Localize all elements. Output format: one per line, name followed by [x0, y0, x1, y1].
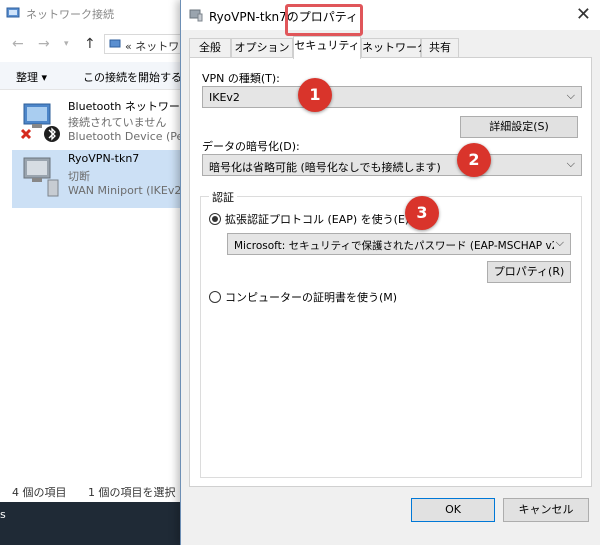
connection-status: 切断	[68, 170, 90, 183]
recent-chevron-icon[interactable]: ▾	[64, 39, 69, 49]
tab-security[interactable]: セキュリティ	[293, 36, 361, 59]
vpn-connection-icon	[189, 9, 203, 22]
step-badge-3: 3	[405, 196, 439, 230]
back-arrow-icon[interactable]: ←	[12, 36, 24, 52]
tab-network[interactable]: ネットワーク	[361, 38, 428, 58]
step-badge-2: 2	[457, 143, 491, 177]
eap-radio[interactable]	[209, 213, 221, 225]
address-prefix: «	[125, 40, 132, 53]
dialog-title: RyoVPN-tkn7のプロパティ	[209, 10, 359, 24]
network-folder-icon	[6, 7, 20, 18]
connection-status: 接続されていません	[68, 116, 167, 129]
vpn-connection-icon	[23, 157, 59, 197]
connection-device: WAN Miniport (IKEv2	[68, 184, 182, 197]
forward-arrow-icon[interactable]: →	[38, 36, 50, 52]
tab-sharing[interactable]: 共有	[421, 38, 459, 58]
connection-device: Bluetooth Device (Pe	[68, 130, 184, 143]
certificate-radio-label[interactable]: コンピューターの証明書を使う(M)	[225, 289, 397, 305]
address-text: ネットワ	[135, 40, 180, 53]
up-arrow-icon[interactable]: ↑	[84, 36, 96, 52]
bluetooth-connection-icon	[20, 103, 60, 142]
cancel-button[interactable]: キャンセル	[503, 498, 589, 522]
vpn-type-label: VPN の種類(T):	[202, 72, 280, 85]
vpn-properties-dialog: RyoVPN-tkn7のプロパティ ✕ 全般 オプション セキュリティ ネットワ…	[180, 0, 600, 545]
taskbar-text: s	[0, 508, 6, 521]
vpn-type-value: IKEv2	[209, 91, 240, 104]
vpn-type-select[interactable]: IKEv2 ⌵	[202, 86, 582, 108]
ok-button[interactable]: OK	[411, 498, 495, 522]
close-icon[interactable]: ✕	[576, 4, 591, 25]
explorer-navbar: ← → ▾ ↑ « ネットワ	[0, 30, 190, 58]
chevron-down-icon: ⌵	[553, 236, 564, 250]
authentication-group-label: 認証	[209, 189, 237, 205]
explorer-command-bar: 整理 ▾ この接続を開始する	[0, 62, 182, 90]
security-panel: VPN の種類(T): IKEv2 ⌵ 詳細設定(S) データの暗号化(D): …	[189, 57, 592, 487]
tab-general[interactable]: 全般	[189, 38, 231, 58]
tab-options[interactable]: オプション	[231, 38, 293, 58]
explorer-title: ネットワーク接続	[26, 8, 114, 21]
advanced-settings-button[interactable]: 詳細設定(S)	[460, 116, 578, 138]
eap-method-select[interactable]: Microsoft: セキュリティで保護されたパスワード (EAP-MSCHAP…	[227, 233, 571, 255]
item-count: 4 個の項目	[12, 486, 67, 499]
selected-count: 1 個の項目を選択	[88, 486, 176, 499]
organize-menu[interactable]: 整理 ▾	[16, 69, 47, 85]
eap-properties-button[interactable]: プロパティ(R)	[487, 261, 571, 283]
eap-method-value: Microsoft: セキュリティで保護されたパスワード (EAP-MSCHAP…	[234, 240, 559, 252]
eap-radio-label[interactable]: 拡張認証プロトコル (EAP) を使う(E)	[225, 211, 409, 227]
authentication-group: 認証 拡張認証プロトコル (EAP) を使う(E) Microsoft: セキュ…	[200, 189, 582, 478]
encryption-label: データの暗号化(D):	[202, 140, 300, 153]
start-connection-button[interactable]: この接続を開始する	[83, 69, 182, 85]
dialog-tabs: 全般 オプション セキュリティ ネットワーク 共有	[189, 36, 589, 59]
step-badge-1: 1	[298, 78, 332, 112]
encryption-select[interactable]: 暗号化は省略可能 (暗号化なしでも接続します) ⌵	[202, 154, 582, 176]
connection-item-vpn[interactable]: RyoVPN-tkn7 切断 WAN Miniport (IKEv2	[12, 150, 182, 208]
encryption-value: 暗号化は省略可能 (暗号化なしでも接続します)	[209, 161, 441, 174]
chevron-down-icon: ⌵	[566, 89, 575, 102]
connection-name: RyoVPN-tkn7	[68, 152, 140, 165]
network-folder-icon	[109, 39, 121, 48]
connection-item-bluetooth[interactable]: Bluetooth ネットワーク接 接続されていません Bluetooth De…	[12, 96, 202, 154]
dialog-titlebar: RyoVPN-tkn7のプロパティ ✕	[181, 0, 600, 30]
explorer-status-bar: 4 個の項目 1 個の項目を選択	[0, 478, 180, 502]
chevron-down-icon: ⌵	[566, 157, 575, 170]
certificate-radio[interactable]	[209, 291, 221, 303]
address-bar[interactable]: « ネットワ	[104, 34, 190, 54]
